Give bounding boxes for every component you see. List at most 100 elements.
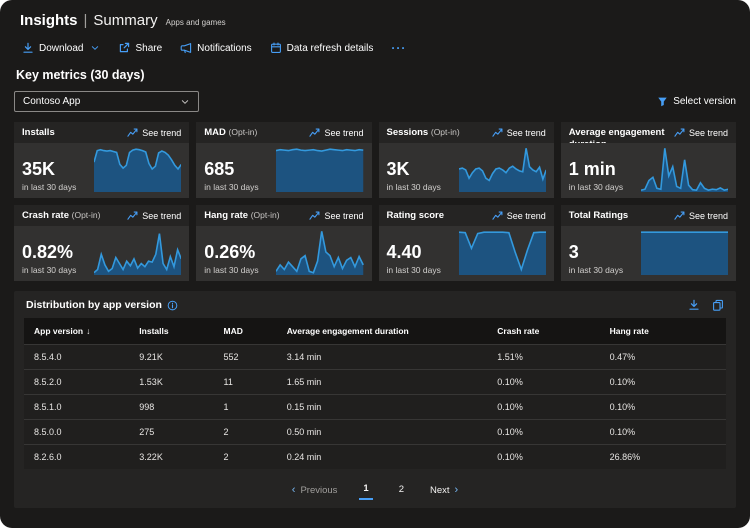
page-header: Insights | Summary Apps and games (14, 12, 736, 29)
next-page-button[interactable]: Next › (430, 485, 458, 496)
column-header-hang-rate[interactable]: Hang rate (600, 318, 726, 345)
page-button-2[interactable]: 2 (395, 482, 408, 499)
chevron-left-icon: ‹ (292, 485, 296, 496)
see-trend-label: See trend (324, 128, 363, 138)
trend-icon (674, 210, 685, 221)
pagination: ‹ Previous 1 2 Next › (14, 481, 736, 500)
sparkline-chart (94, 146, 181, 192)
metric-card-avg-engagement: Average engagement duration See trend 1 … (561, 122, 736, 198)
card-title: MAD (Opt-in) (204, 127, 257, 139)
cell-hang-rate: 26.86% (600, 445, 726, 470)
column-header-installs[interactable]: Installs (129, 318, 213, 345)
see-trend-link[interactable]: See trend (492, 210, 546, 221)
kpi-block: 3 in last 30 days (569, 229, 641, 275)
table-row[interactable]: 8.5.4.0 9.21K 552 3.14 min 1.51% 0.47% (24, 345, 726, 370)
chevron-right-icon: › (455, 485, 459, 496)
kpi-value: 3K (387, 160, 459, 180)
chevron-down-icon (180, 97, 190, 107)
megaphone-icon (180, 42, 192, 54)
card-title: Rating score (387, 210, 445, 222)
app-selector-dropdown[interactable]: Contoso App (14, 91, 199, 112)
table-row[interactable]: 8.5.0.0 275 2 0.50 min 0.10% 0.10% (24, 420, 726, 445)
trend-icon (492, 210, 503, 221)
select-version-button[interactable]: Select version (657, 96, 736, 107)
see-trend-link[interactable]: See trend (674, 127, 728, 138)
column-header-mad[interactable]: MAD (214, 318, 277, 345)
more-icon: ··· (391, 41, 406, 55)
sparkline-container (641, 229, 728, 275)
see-trend-link[interactable]: See trend (309, 210, 363, 221)
sparkline-chart (276, 146, 363, 192)
notifications-label: Notifications (197, 43, 251, 54)
sparkline-chart (459, 146, 546, 192)
trend-icon (309, 127, 320, 138)
distribution-title: Distribution by app version (26, 299, 178, 311)
sparkline-chart (641, 146, 728, 192)
metric-cards-grid: Installs See trend 35K in last 30 days M… (14, 122, 736, 281)
previous-page-button[interactable]: ‹ Previous (292, 485, 338, 496)
see-trend-label: See trend (507, 128, 546, 138)
cell-installs: 275 (129, 420, 213, 445)
cell-mad: 552 (214, 345, 277, 370)
download-button[interactable]: Download (22, 42, 100, 54)
cell-app-version: 8.5.1.0 (24, 395, 129, 420)
sparkline-container (459, 146, 546, 192)
see-trend-link[interactable]: See trend (492, 127, 546, 138)
column-header-crash-rate[interactable]: Crash rate (487, 318, 599, 345)
sparkline-container (641, 146, 728, 192)
trend-icon (127, 210, 138, 221)
metric-card-mad: MAD (Opt-in) See trend 685 in last 30 da… (196, 122, 371, 198)
table-row[interactable]: 8.2.6.0 3.22K 2 0.24 min 0.10% 26.86% (24, 445, 726, 470)
card-title: Installs (22, 127, 55, 139)
cell-app-version: 8.5.0.0 (24, 420, 129, 445)
kpi-block: 0.26% in last 30 days (204, 229, 276, 275)
metric-card-hang-rate: Hang rate (Opt-in) See trend 0.26% in la… (196, 205, 371, 281)
card-body: 35K in last 30 days (14, 143, 189, 198)
kpi-caption: in last 30 days (22, 182, 94, 192)
see-trend-label: See trend (324, 211, 363, 221)
card-title-text: Hang rate (204, 210, 248, 221)
card-title-text: Sessions (387, 127, 429, 138)
kpi-value: 3 (569, 243, 641, 263)
share-button[interactable]: Share (118, 42, 162, 54)
trend-icon (492, 127, 503, 138)
page-button-1[interactable]: 1 (359, 481, 372, 500)
app-selector-value: Contoso App (23, 96, 80, 107)
trend-icon (674, 127, 685, 138)
table-download-button[interactable] (688, 299, 700, 311)
card-body: 3 in last 30 days (561, 226, 736, 281)
chevron-down-icon (90, 43, 100, 53)
card-title-text: Installs (22, 127, 55, 138)
table-copy-button[interactable] (712, 299, 724, 311)
card-body: 1 min in last 30 days (561, 143, 736, 198)
card-header: Rating score See trend (379, 205, 554, 226)
card-title: Crash rate (Opt-in) (22, 210, 100, 222)
page-context-label: Apps and games (166, 18, 226, 27)
column-header-app-version[interactable]: App version↓ (24, 318, 129, 345)
trend-icon (309, 210, 320, 221)
distribution-header: Distribution by app version (14, 291, 736, 318)
card-body: 3K in last 30 days (379, 143, 554, 198)
info-icon[interactable] (167, 300, 178, 311)
notifications-button[interactable]: Notifications (180, 42, 251, 54)
sparkline-container (94, 229, 181, 275)
cell-app-version: 8.5.4.0 (24, 345, 129, 370)
more-options-button[interactable]: ··· (391, 41, 406, 55)
table-row[interactable]: 8.5.2.0 1.53K 11 1.65 min 0.10% 0.10% (24, 370, 726, 395)
app-version-table: App version↓ Installs MAD Average engage… (24, 318, 726, 469)
filter-icon (657, 96, 668, 107)
table-row[interactable]: 8.5.1.0 998 1 0.15 min 0.10% 0.10% (24, 395, 726, 420)
kpi-caption: in last 30 days (387, 182, 459, 192)
see-trend-link[interactable]: See trend (674, 210, 728, 221)
metric-card-crash-rate: Crash rate (Opt-in) See trend 0.82% in l… (14, 205, 189, 281)
column-header-avg-engagement[interactable]: Average engagement duration (277, 318, 488, 345)
kpi-caption: in last 30 days (387, 265, 459, 275)
data-refresh-details-button[interactable]: Data refresh details (270, 42, 374, 54)
see-trend-link[interactable]: See trend (309, 127, 363, 138)
distribution-actions (688, 299, 724, 311)
see-trend-link[interactable]: See trend (127, 127, 181, 138)
card-optin-label: (Opt-in) (431, 127, 460, 137)
sparkline-container (276, 146, 363, 192)
see-trend-link[interactable]: See trend (127, 210, 181, 221)
download-icon (22, 42, 34, 54)
